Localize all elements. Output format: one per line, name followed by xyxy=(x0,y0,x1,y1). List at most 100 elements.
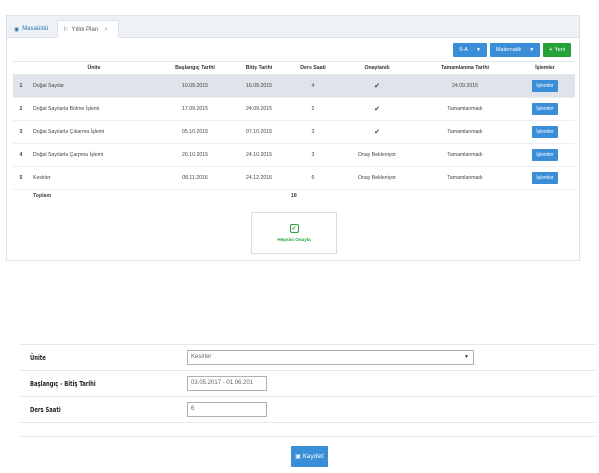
chevron-down-icon: ▼ xyxy=(529,47,535,53)
total-row: Toplam 18 xyxy=(13,189,575,203)
col-header-hours[interactable]: Ders Saati xyxy=(287,61,339,75)
date-range-input[interactable]: 03.05.2017 - 01.06.201 xyxy=(187,376,267,391)
hours-input[interactable]: 6 xyxy=(187,402,267,417)
completed-cell: Tamamlanmadı xyxy=(415,143,515,167)
col-header-completed[interactable]: Tamamlanma Tarihi xyxy=(415,61,515,75)
hours-cell: 4 xyxy=(287,74,339,98)
class-select-label: 5-A xyxy=(459,47,468,53)
check-square-icon: ✓ xyxy=(289,224,299,233)
form-row-unit: Ünite Kesirler ▼ xyxy=(20,345,596,371)
approval-status-cell: Onay Bekleniyor xyxy=(339,143,415,167)
approved-check-icon: ✔ xyxy=(339,97,415,121)
close-icon[interactable]: × xyxy=(104,27,108,33)
plus-icon: + xyxy=(549,47,553,53)
row-number: 4 xyxy=(13,143,29,167)
flag-icon: ⚐ xyxy=(63,27,69,33)
chevron-down-icon: ▼ xyxy=(464,354,469,360)
yearly-plan-panel: ◉ Masaüstü ⚐ Yıllık Plan × 5-A ▼ Matemat… xyxy=(6,15,580,261)
form-footer-divider xyxy=(20,423,596,437)
new-button-label: Yeni xyxy=(554,47,565,53)
chevron-down-icon: ▼ xyxy=(475,47,481,53)
col-header-num[interactable] xyxy=(13,61,29,75)
tab-home[interactable]: ◉ Masaüstü xyxy=(9,20,53,38)
table-header-row: Ünite Başlangıç Tarihi Bitiş Tarihi Ders… xyxy=(13,61,575,75)
total-spacer xyxy=(231,189,287,203)
completed-cell: 24.09.2015 xyxy=(415,74,515,98)
total-spacer xyxy=(415,189,515,203)
col-header-start[interactable]: Başlangıç Tarihi xyxy=(159,61,231,75)
approval-status-cell: Onay Bekleniyor xyxy=(339,166,415,190)
end-date-cell: 24.12.2016 xyxy=(231,166,287,190)
save-button-label: Kaydet xyxy=(302,453,324,460)
floppy-disk-icon: ▣ xyxy=(295,453,301,460)
row-number: 5 xyxy=(13,166,29,190)
start-date-cell: 20.10.2015 xyxy=(159,143,231,167)
table-row[interactable]: 3 Doğal Sayılarla Çıkarma İşlemi 05.10.2… xyxy=(13,120,575,144)
actions-button[interactable]: İşlemler xyxy=(532,80,558,92)
unit-select-value: Kesirler xyxy=(191,354,212,360)
save-button[interactable]: ▣ Kaydet xyxy=(291,446,328,467)
start-date-cell: 17.09.2015 xyxy=(159,97,231,121)
start-date-cell: 05.10.2015 xyxy=(159,120,231,144)
approve-all-button[interactable]: ✓ Hepsini Onayla xyxy=(251,212,337,254)
subject-select-label: Matematik xyxy=(495,47,522,53)
plan-table: Ünite Başlangıç Tarihi Bitiş Tarihi Ders… xyxy=(13,61,575,203)
new-button[interactable]: + Yeni xyxy=(543,43,571,57)
start-date-cell: 10.09.2015 xyxy=(159,74,231,98)
form-row-dates: Başlangıç - Bitiş Tarihi 03.05.2017 - 01… xyxy=(20,371,596,397)
row-number: 1 xyxy=(13,74,29,98)
completed-cell: Tamamlanmadı xyxy=(415,166,515,190)
hours-cell: 3 xyxy=(287,120,339,144)
start-date-cell: 08.11.2016 xyxy=(159,166,231,190)
unit-cell: Doğal Sayılarla Çarpma İşlemi xyxy=(29,143,159,167)
row-number: 3 xyxy=(13,120,29,144)
col-header-end[interactable]: Bitiş Tarihi xyxy=(231,61,287,75)
row-number: 2 xyxy=(13,97,29,121)
unit-label: Ünite xyxy=(30,354,46,362)
total-spacer xyxy=(339,189,415,203)
hours-label: Ders Saati xyxy=(30,406,61,414)
table-row[interactable]: 2 Doğal Sayılarla Bölme İşlemi 17.09.201… xyxy=(13,97,575,121)
table-row[interactable]: 5 Kesirler 08.11.2016 24.12.2016 6 Onay … xyxy=(13,166,575,190)
completed-cell: Tamamlanmadı xyxy=(415,120,515,144)
approved-check-icon: ✔ xyxy=(339,120,415,144)
hours-value: 6 xyxy=(191,406,195,412)
unit-edit-form: Ünite Kesirler ▼ Başlangıç - Bitiş Tarih… xyxy=(20,344,596,437)
unit-cell: Doğal Sayılarla Bölme İşlemi xyxy=(29,97,159,121)
subject-select[interactable]: Matematik ▼ xyxy=(489,43,541,57)
actions-button[interactable]: İşlemler xyxy=(532,149,558,161)
unit-cell: Doğal Sayılar xyxy=(29,74,159,98)
approved-check-icon: ✔ xyxy=(339,74,415,98)
col-header-unit[interactable]: Ünite xyxy=(29,61,159,75)
form-row-hours: Ders Saati 6 xyxy=(20,397,596,423)
hours-cell: 3 xyxy=(287,143,339,167)
actions-button[interactable]: İşlemler xyxy=(532,172,558,184)
unit-cell: Doğal Sayılarla Çıkarma İşlemi xyxy=(29,120,159,144)
unit-select[interactable]: Kesirler ▼ xyxy=(187,350,474,365)
date-range-value: 03.05.2017 - 01.06.201 xyxy=(191,380,254,386)
table-row[interactable]: 4 Doğal Sayılarla Çarpma İşlemi 20.10.20… xyxy=(13,143,575,167)
total-spacer xyxy=(515,189,575,203)
class-select[interactable]: 5-A ▼ xyxy=(453,43,487,57)
dashboard-icon: ◉ xyxy=(14,26,20,33)
total-spacer xyxy=(159,189,231,203)
total-spacer xyxy=(13,189,29,203)
actions-cell: İşlemler xyxy=(515,74,575,98)
actions-cell: İşlemler xyxy=(515,120,575,144)
end-date-cell: 07.10.2015 xyxy=(231,120,287,144)
end-date-cell: 24.09.2015 xyxy=(231,97,287,121)
tab-yearly-plan[interactable]: ⚐ Yıllık Plan × xyxy=(57,20,119,38)
hours-cell: 2 xyxy=(287,97,339,121)
tab-home-label: Masaüstü xyxy=(22,26,49,32)
toolbar: 5-A ▼ Matematik ▼ + Yeni xyxy=(453,43,571,57)
col-header-approved[interactable]: Onaylandı xyxy=(339,61,415,75)
col-header-actions[interactable]: İşlemler xyxy=(515,61,575,75)
unit-cell: Kesirler xyxy=(29,166,159,190)
tab-bar: ◉ Masaüstü ⚐ Yıllık Plan × xyxy=(7,16,579,38)
table-row[interactable]: 1 Doğal Sayılar 10.09.2015 16.09.2015 4 … xyxy=(13,74,575,98)
hours-cell: 6 xyxy=(287,166,339,190)
actions-button[interactable]: İşlemler xyxy=(532,103,558,115)
dates-label: Başlangıç - Bitiş Tarihi xyxy=(30,380,96,388)
completed-cell: Tamamlanmadı xyxy=(415,97,515,121)
actions-button[interactable]: İşlemler xyxy=(532,126,558,138)
